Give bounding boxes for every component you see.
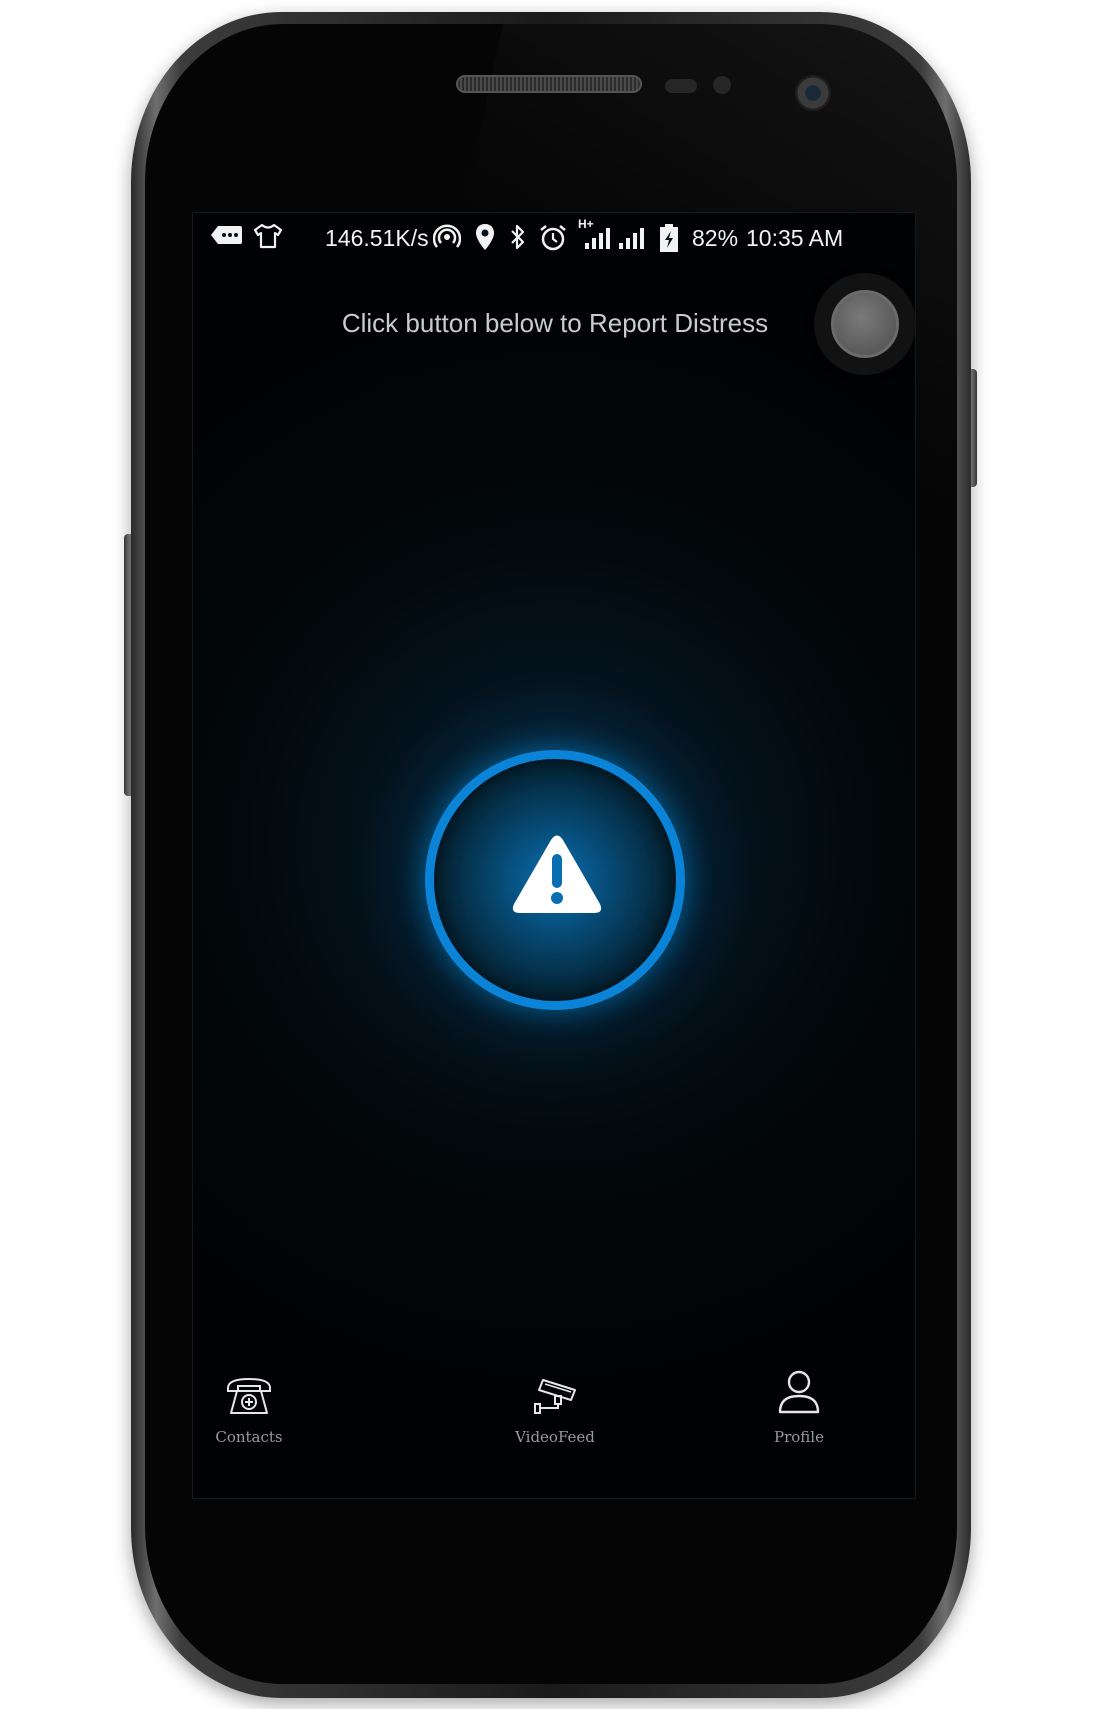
battery-percentage: 82% xyxy=(692,225,739,251)
proximity-sensor xyxy=(665,79,697,93)
warning-icon xyxy=(512,835,602,913)
battery-charging-icon xyxy=(659,223,679,253)
medical-phone-icon xyxy=(227,1377,271,1414)
bluetooth-icon xyxy=(508,223,528,251)
status-bar: 146.51K/s H+ 82% 10:35 AM xyxy=(193,213,915,263)
nav-item-contacts[interactable]: Contacts xyxy=(193,1376,329,1446)
hotspot-icon xyxy=(433,223,461,251)
network-speed: 146.51K/s xyxy=(325,225,429,251)
nav-label-contacts: Contacts xyxy=(215,1428,283,1446)
tshirt-icon xyxy=(253,223,283,249)
report-distress-button[interactable] xyxy=(425,750,685,1010)
light-sensor xyxy=(713,76,731,94)
nav-label-profile: Profile xyxy=(774,1428,824,1446)
clock: 10:35 AM xyxy=(746,225,844,251)
front-camera xyxy=(795,75,831,111)
alarm-icon xyxy=(538,223,568,253)
nav-item-videofeed[interactable]: VideoFeed xyxy=(475,1376,635,1446)
location-icon xyxy=(474,223,496,251)
app-screen: 146.51K/s H+ 82% 10:35 AM Click button b… xyxy=(192,212,916,1499)
signal-icon xyxy=(583,227,613,251)
signal-icon xyxy=(617,227,647,251)
nav-item-profile[interactable]: Profile xyxy=(719,1370,879,1446)
earpiece-speaker xyxy=(456,75,642,93)
messaging-icon xyxy=(210,223,244,249)
instruction-text: Click button below to Report Distress xyxy=(341,308,769,338)
cctv-camera-icon xyxy=(534,1379,576,1414)
device-mockup: 146.51K/s H+ 82% 10:35 AM Click button b… xyxy=(0,0,1101,1709)
user-icon xyxy=(778,1370,820,1414)
nav-label-videofeed: VideoFeed xyxy=(515,1428,595,1446)
